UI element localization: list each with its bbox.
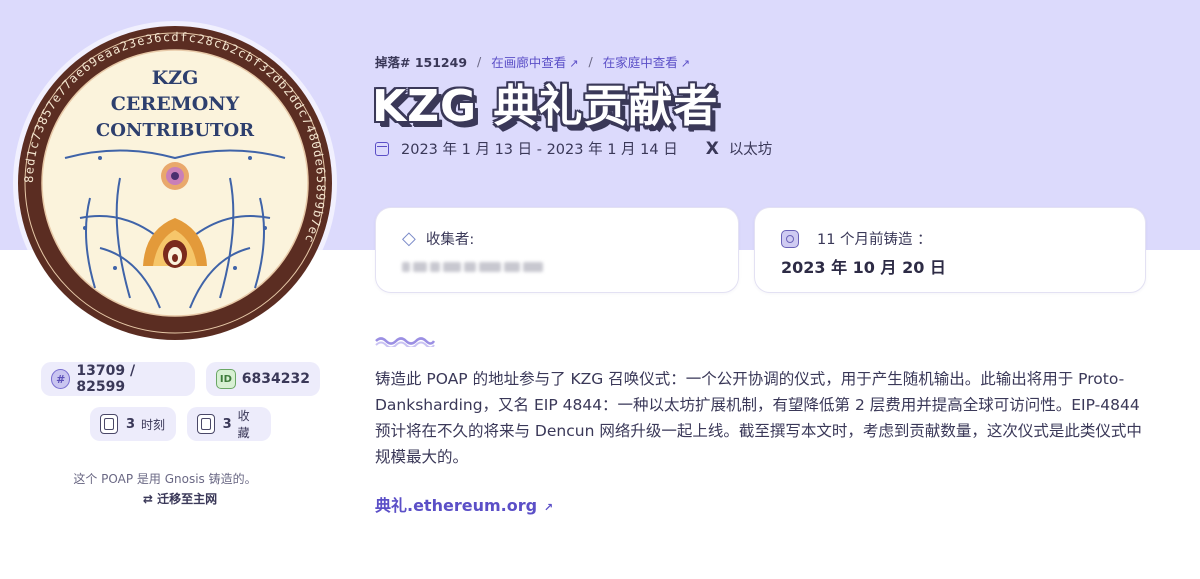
mint-icon (781, 229, 799, 248)
breadcrumb: 掉落# 151249 / 在画廊中查看 ↗ / 在家庭中查看 ↗ (375, 52, 690, 71)
event-meta: 2023 年 1 月 13 日 - 2023 年 1 月 14 日 X 以太坊 (375, 138, 772, 159)
moments-pill[interactable]: 3 时刻 (90, 407, 176, 441)
moments-label: 时刻 (141, 417, 166, 432)
view-in-family-link[interactable]: 在家庭中查看 ↗ (603, 52, 690, 71)
supply-value: 13709 / 82599 (76, 363, 136, 395)
page-title: KZG 典礼贡献者 (372, 81, 719, 132)
hash-icon: # (51, 369, 71, 389)
breadcrumb-separator: / (477, 54, 482, 69)
collections-pill[interactable]: 3 收藏 (187, 407, 271, 441)
website-link[interactable]: 典礼.ethereum.org ↗ (375, 492, 553, 516)
external-link-icon: ↗ (680, 57, 690, 70)
swap-arrows-icon: ⇄ (142, 492, 158, 506)
moments-icon (100, 414, 118, 434)
supply-pill: # 13709 / 82599 (41, 362, 195, 396)
badge-title-line-2: CEREMONY (111, 93, 240, 115)
badge-title-line-3: CONTRIBUTOR (96, 120, 255, 141)
collector-label: 收集者: (425, 232, 475, 248)
network-name: 以太坊 (728, 142, 773, 158)
collections-label: 收藏 (237, 409, 250, 440)
collections-count: 3 (222, 416, 232, 432)
minted-card: 11 个月前铸造 ： 2023 年 10 月 20 日 (754, 207, 1146, 293)
calendar-icon (375, 141, 389, 156)
wavy-divider (375, 337, 435, 347)
drop-number: 掉落# 151249 (375, 55, 468, 70)
moments-count: 3 (126, 416, 136, 432)
diamond-icon: ◇ (402, 228, 416, 249)
external-link-icon: ↗ (540, 501, 554, 514)
view-in-family-label: 在家庭中查看 (602, 55, 678, 70)
collections-icon (197, 414, 215, 434)
id-icon: ID (216, 369, 236, 389)
id-pill: ID 6834232 (206, 362, 320, 396)
breadcrumb-separator: / (588, 54, 593, 69)
event-description: 铸造此 POAP 的地址参与了 KZG 召唤仪式：一个公开协调的仪式，用于产生随… (375, 370, 1142, 466)
minted-date: 2023 年 10 月 20 日 (781, 258, 946, 277)
migrate-label: 迁移至主网 (157, 492, 218, 506)
view-in-gallery-link[interactable]: 在画廊中查看 ↗ (491, 52, 578, 71)
badge-artwork: 8ed1c73857e77ae69eaa23e36cdfc28cb2cbf32d… (13, 21, 337, 345)
id-value: 6834232 (241, 371, 310, 387)
event-dates: 2023 年 1 月 13 日 - 2023 年 1 月 14 日 (401, 142, 678, 158)
collector-address-blurred[interactable] (402, 262, 543, 272)
x-network-icon: X (705, 138, 719, 159)
poap-badge-image[interactable]: 8ed1c73857e77ae69eaa23e36cdfc28cb2cbf32d… (10, 18, 340, 348)
collector-card: ◇ 收集者: (375, 207, 739, 293)
external-link-icon: ↗ (569, 57, 579, 70)
badge-title-line-1: KZG (152, 67, 199, 89)
migrate-to-mainnet-link[interactable]: ⇄ 迁移至主网 (0, 490, 360, 507)
mint-network-note: 这个 POAP 是用 Gnosis 铸造的。 (73, 472, 257, 486)
website-label: 典礼.ethereum.org (375, 496, 538, 515)
minted-label: 11 个月前铸造 ： (817, 232, 932, 248)
view-in-gallery-label: 在画廊中查看 (491, 55, 567, 70)
